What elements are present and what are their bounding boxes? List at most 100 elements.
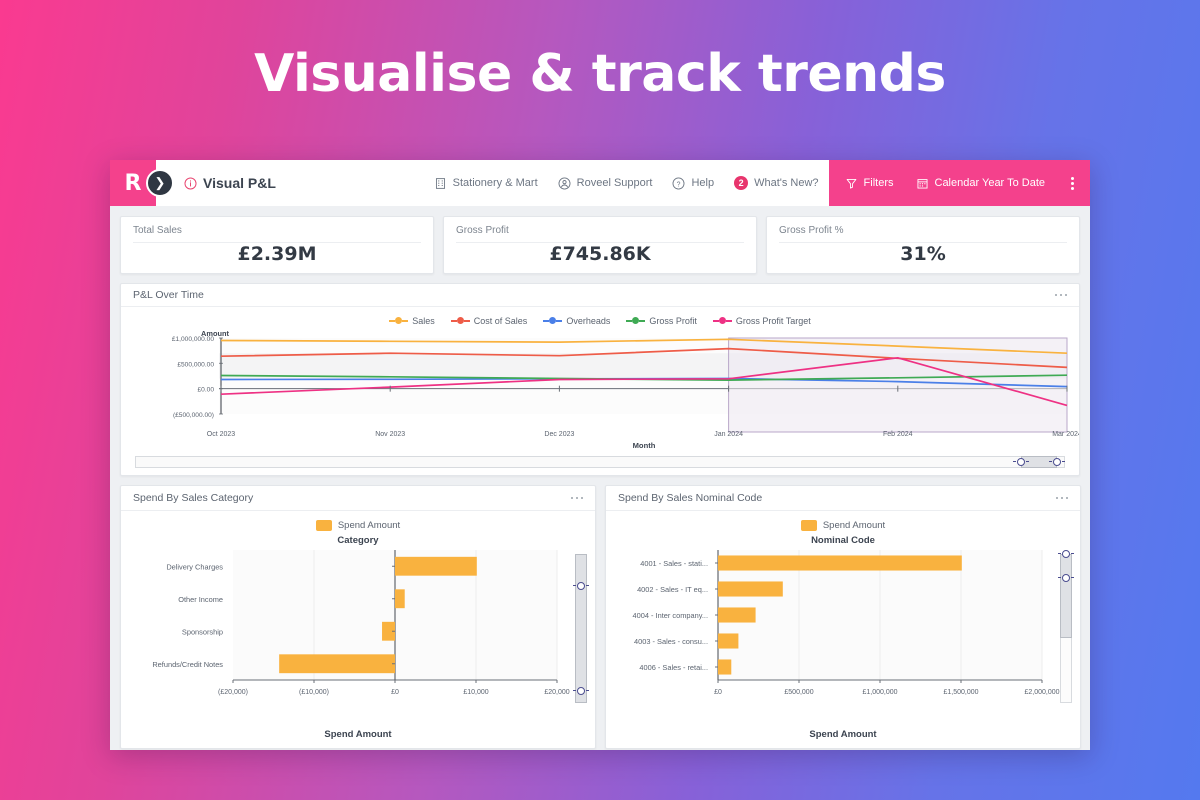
dashboard-body: Total Sales £2.39M Gross Profit £745.86K… (110, 206, 1090, 750)
whats-new-badge: 2 (734, 176, 749, 190)
nav-item-help[interactable]: ? Help (672, 177, 714, 190)
scrollbar-thumb[interactable] (575, 554, 587, 703)
nav-item-company[interactable]: Stationery & Mart (434, 177, 538, 190)
scrollbar-handle-bottom[interactable] (1058, 574, 1074, 582)
bar[interactable] (395, 556, 477, 576)
bar[interactable] (718, 607, 756, 623)
legend-item[interactable]: Overheads (543, 316, 610, 326)
svg-text:?: ? (677, 181, 681, 188)
panel-title: Spend By Sales Nominal Code (618, 492, 763, 504)
kpi-label: Gross Profit (456, 225, 744, 243)
legend-label: Overheads (566, 315, 611, 326)
legend-item[interactable]: Gross Profit Target (712, 316, 811, 326)
filters-button[interactable]: Filters (845, 177, 894, 190)
panel-pl-over-time: P&L Over Time Sales Cost of Sales Overhead… (120, 283, 1082, 476)
y-tick-label: £500,000.00 (177, 361, 214, 368)
x-tick-label: £2,000,000 (1024, 689, 1059, 696)
chart-vertical-scrollbar[interactable] (573, 554, 589, 703)
more-horizontal-icon[interactable] (1055, 496, 1068, 500)
bar[interactable] (718, 581, 783, 597)
bar[interactable] (395, 589, 405, 609)
scrollbar-handle-bottom[interactable] (573, 687, 589, 695)
x-tick-label: £20,000 (544, 689, 569, 696)
x-tick-label: Dec 2023 (544, 431, 574, 438)
bar[interactable] (718, 659, 732, 675)
legend-label: Sales (412, 315, 435, 326)
scrollbar-handle-top[interactable] (1058, 550, 1074, 558)
nav-item-support-label: Roveel Support (576, 177, 653, 189)
legend-swatch (626, 317, 646, 325)
nav-item-help-label: Help (691, 177, 715, 189)
pl-over-time-chart[interactable]: £1,000,000.00£500,000.00£0.00(£500,000.0… (121, 326, 1082, 450)
user-circle-icon (558, 177, 571, 190)
x-tick-label: £10,000 (463, 689, 488, 696)
legend-item[interactable]: Gross Profit (626, 316, 697, 326)
kpi-row: Total Sales £2.39M Gross Profit £745.86K… (120, 216, 1080, 274)
filters-label: Filters (863, 177, 894, 189)
nav-item-support[interactable]: Roveel Support (558, 177, 653, 190)
x-tick-label: Nov 2023 (375, 431, 405, 438)
bar[interactable] (718, 633, 739, 649)
x-tick-label: Oct 2023 (207, 431, 236, 438)
legend-swatch (800, 520, 817, 531)
chart-legend: Sales Cost of Sales Overheads Gross Profit G… (121, 307, 1079, 326)
x-tick-label: £0 (391, 689, 399, 696)
slider-handle-right[interactable] (1049, 457, 1065, 466)
legend-label: Spend Amount (822, 520, 886, 531)
more-horizontal-icon[interactable] (570, 496, 583, 500)
kpi-label: Total Sales (133, 225, 421, 243)
chart-x-label: Spend Amount (324, 729, 392, 740)
chart-axis-title: Category (337, 535, 379, 546)
breadcrumb: Visual P&L (184, 160, 276, 206)
more-horizontal-icon[interactable] (1054, 293, 1067, 297)
nav-item-whats-new[interactable]: 2 What's New? (734, 176, 819, 190)
legend-item[interactable]: Cost of Sales (450, 315, 528, 326)
scrollbar-handle-top[interactable] (573, 582, 589, 590)
kpi-card-gross-profit-pct[interactable]: Gross Profit % 31% (766, 216, 1080, 274)
calendar-range-button[interactable]: Calendar Year To Date (916, 177, 1045, 190)
bar[interactable] (718, 555, 962, 571)
panel-body: £0 £500,000 £1,000,000 £1,500,000 £2,000,000… (606, 546, 1080, 729)
legend-label: Cost of Sales (473, 315, 528, 326)
x-tick-label: (£10,000) (299, 689, 329, 696)
legend-item[interactable]: Sales (389, 316, 435, 326)
slider-track[interactable] (135, 455, 1065, 468)
calendar-icon (916, 177, 929, 190)
scrollbar-thumb[interactable] (1060, 554, 1072, 638)
info-icon[interactable] (184, 176, 197, 190)
kpi-value: £745.86K (549, 243, 651, 265)
chart-vertical-scrollbar[interactable] (1058, 550, 1074, 703)
chart-axis-title: Nominal Code (811, 535, 875, 546)
filter-icon (845, 177, 858, 190)
chart-legend: Spend Amount (606, 511, 1080, 531)
panel-spend-by-sales-category: Spend By Sales Category Spend Amount Cat… (120, 485, 596, 749)
slider-handle-left[interactable] (1013, 457, 1029, 466)
x-tick-label: (£20,000) (218, 689, 248, 696)
panel-title: P&L Over Time (133, 288, 204, 301)
x-tick-label: Jan 2024 (714, 431, 743, 438)
chart-range-slider[interactable] (135, 453, 1065, 469)
spend-by-nominal-code-chart[interactable]: £0 £500,000 £1,000,000 £1,500,000 £2,000,000… (606, 546, 1080, 724)
page-title: Visualise & track trends (254, 44, 946, 104)
panel-title: Spend By Sales Category (133, 492, 254, 504)
kpi-label: Gross Profit % (779, 225, 1067, 243)
spend-by-category-chart[interactable]: (£20,000) (£10,000) £0 £10,000 £20,000 Delive… (121, 546, 595, 724)
more-vertical-icon[interactable] (1067, 176, 1078, 190)
panel-header: P&L Over Time (121, 284, 1079, 307)
chevron-right-icon[interactable]: ❯ (146, 169, 174, 197)
legend-swatch (315, 520, 332, 531)
y-axis-label: Amount (201, 329, 229, 338)
y-tick-label: Delivery Charges (166, 562, 223, 571)
kpi-card-gross-profit[interactable]: Gross Profit £745.86K (443, 216, 757, 274)
question-circle-icon: ? (672, 177, 685, 190)
kpi-value: £2.39M (237, 243, 317, 265)
nav-item-whats-new-label: What's New? (754, 177, 819, 189)
legend-swatch (389, 317, 409, 325)
kpi-value: 31% (900, 243, 946, 265)
app-window: R ❯ Visual P&L Stationery & Mart Roveel … (110, 160, 1090, 750)
legend-label: Spend Amount (337, 520, 401, 531)
x-tick-label: £1,000,000 (862, 689, 897, 696)
app-topbar: R ❯ Visual P&L Stationery & Mart Roveel … (110, 160, 1090, 206)
kpi-card-total-sales[interactable]: Total Sales £2.39M (120, 216, 434, 274)
bar[interactable] (279, 654, 395, 674)
